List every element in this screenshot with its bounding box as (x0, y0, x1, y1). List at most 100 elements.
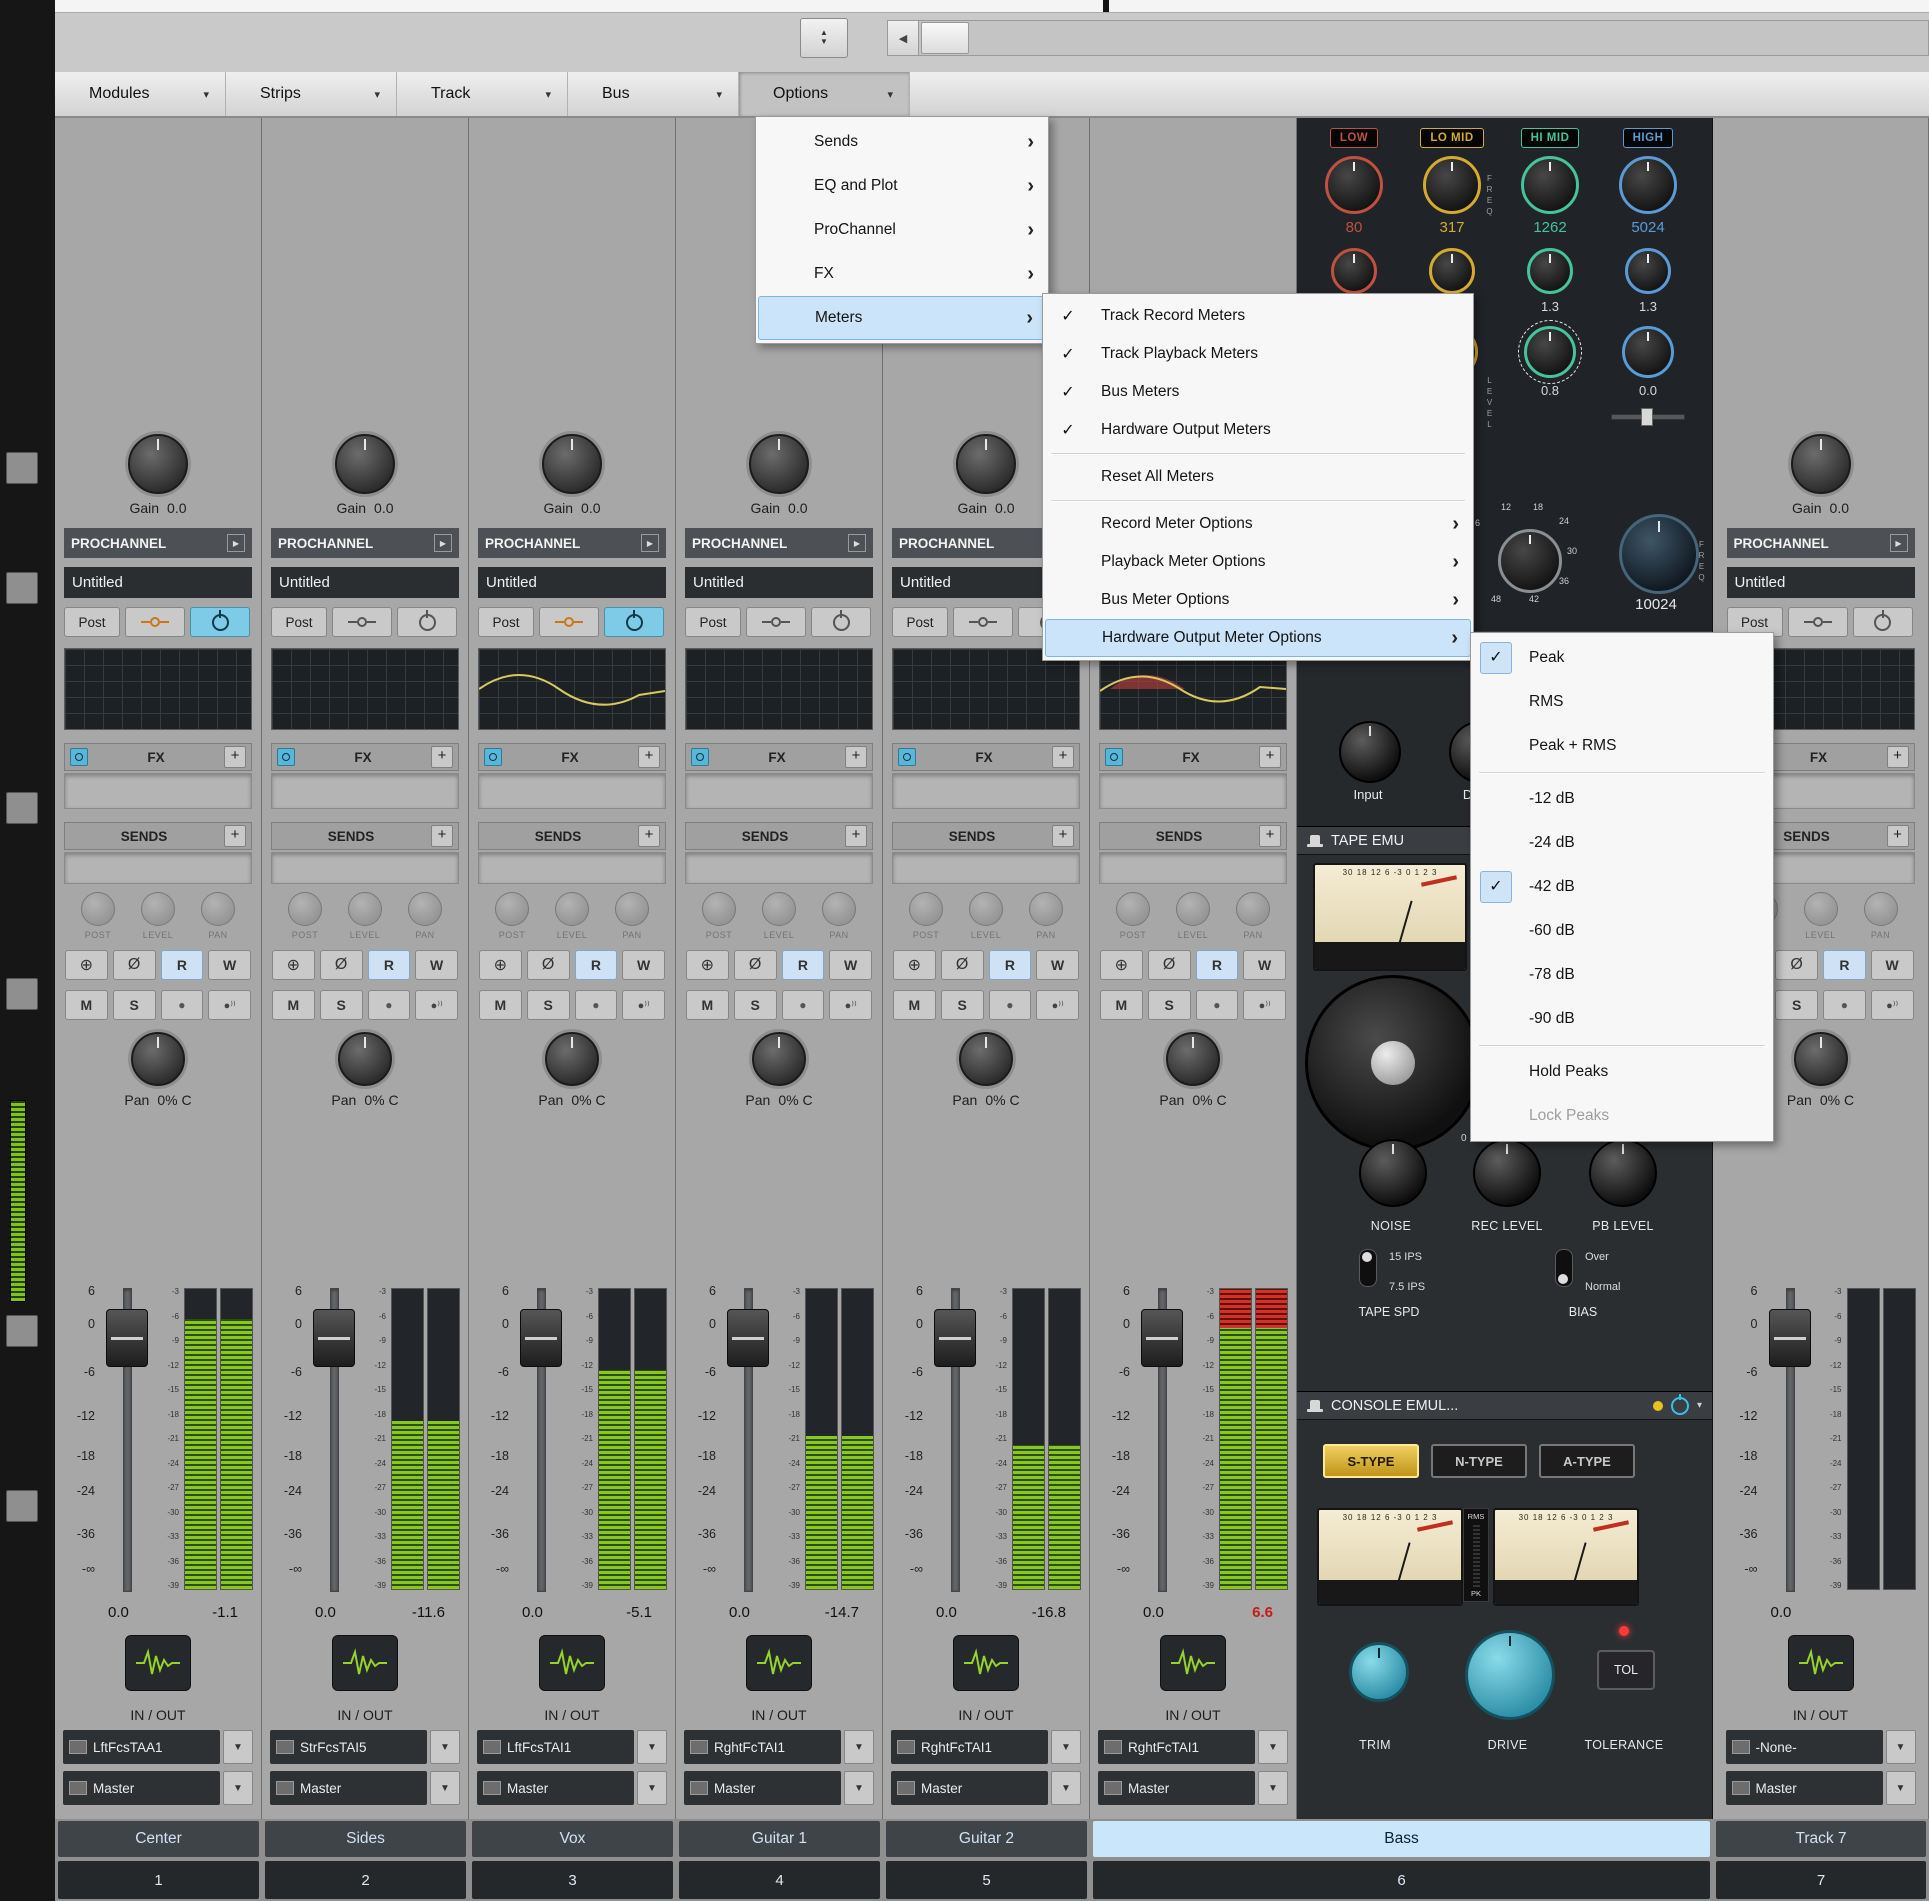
patch-point-button[interactable] (332, 607, 392, 637)
menu-item[interactable]: ✓ -60 dB › (1473, 909, 1771, 953)
add-send-button[interactable]: + (431, 825, 453, 847)
tolerance-button[interactable]: TOL (1597, 1650, 1655, 1690)
phase-button[interactable]: Ø (319, 950, 363, 980)
mute-button[interactable]: M (686, 990, 729, 1020)
eq-display[interactable] (64, 648, 252, 730)
mute-button[interactable]: M (893, 990, 936, 1020)
gain-knob[interactable] (128, 434, 188, 494)
track-title[interactable]: Untitled (478, 567, 666, 598)
add-send-button[interactable]: + (1259, 825, 1281, 847)
module-power-icon[interactable] (1670, 1393, 1689, 1415)
prochannel-header[interactable]: PROCHANNEL ▶ (64, 528, 252, 558)
add-fx-button[interactable]: + (1259, 746, 1281, 768)
eq-band-q-knob[interactable] (1527, 248, 1573, 294)
mute-button[interactable]: M (272, 990, 315, 1020)
sends-list[interactable] (271, 852, 459, 884)
automation-read-button[interactable]: R (1823, 950, 1866, 980)
input-field[interactable]: -None- (1725, 1730, 1883, 1764)
menu-item[interactable]: ✓ Track Record Meters › (1045, 297, 1471, 335)
menu-item[interactable]: ✓ Lock Peaks › (1473, 1094, 1771, 1138)
menu-item[interactable]: ✓ FX › (758, 252, 1046, 296)
input-dropdown-button[interactable]: ▼ (1258, 1730, 1288, 1764)
input-echo-button[interactable]: ●⁾⁾ (415, 990, 458, 1020)
solo-button[interactable]: S (1775, 990, 1818, 1020)
send-level-knob[interactable] (348, 892, 382, 926)
menu-item[interactable]: ✓ Playback Meter Options › (1045, 543, 1471, 581)
input-echo-button[interactable]: ●⁾⁾ (622, 990, 665, 1020)
input-dropdown-button[interactable]: ▼ (844, 1730, 874, 1764)
track-number-cell[interactable]: 2 (262, 1859, 469, 1901)
send-pan-knob[interactable] (408, 892, 442, 926)
eq-slope-knob[interactable] (1498, 529, 1562, 593)
track-name-cell[interactable]: Track 7 (1713, 1819, 1929, 1859)
interleave-button[interactable]: ⊕ (1100, 950, 1143, 980)
prochannel-header[interactable]: PROCHANNEL ▶ (685, 528, 873, 558)
eq-display[interactable] (685, 648, 873, 730)
eq-display[interactable] (271, 648, 459, 730)
menu-item[interactable]: ✓ Reset All Meters › (1045, 458, 1471, 496)
expand-icon[interactable]: ▶ (227, 534, 245, 552)
expand-icon[interactable]: ▶ (1889, 534, 1908, 552)
automation-write-button[interactable]: W (1036, 950, 1079, 980)
input-echo-button[interactable]: ●⁾⁾ (1036, 990, 1079, 1020)
prochannel-header[interactable]: PROCHANNEL ▶ (1726, 528, 1915, 558)
record-arm-button[interactable]: ● (1195, 990, 1239, 1020)
track-name[interactable]: Guitar 2 (886, 1821, 1087, 1857)
solo-button[interactable]: S (940, 990, 984, 1020)
record-arm-button[interactable]: ● (781, 990, 825, 1020)
track-number-cell[interactable]: 1 (55, 1859, 262, 1901)
track-name-cell[interactable]: Vox (469, 1819, 676, 1859)
track-number-cell[interactable]: 5 (883, 1859, 1090, 1901)
track-name[interactable]: Center (58, 1821, 259, 1857)
waveform-preview-button[interactable] (1160, 1635, 1226, 1691)
eq-band-level-knob[interactable] (1622, 326, 1674, 378)
console-module-header[interactable]: CONSOLE EMUL... ▾ (1297, 1392, 1712, 1420)
solo-button[interactable]: S (526, 990, 570, 1020)
track-title[interactable]: Untitled (64, 567, 252, 598)
add-fx-button[interactable]: + (224, 746, 246, 768)
fx-list[interactable] (892, 773, 1080, 809)
input-field[interactable]: RghtFcTAI1 (684, 1730, 841, 1764)
noise-knob[interactable] (1359, 1139, 1427, 1207)
eq-master-freq-knob[interactable] (1619, 514, 1699, 594)
track-number-cell[interactable]: 6 (1090, 1859, 1713, 1901)
fx-list[interactable] (271, 773, 459, 809)
output-dropdown-button[interactable]: ▼ (430, 1771, 460, 1805)
horizontal-scrollbar[interactable]: ◀ (887, 20, 1929, 56)
input-field[interactable]: RghtFcTAI1 (1098, 1730, 1255, 1764)
track-number[interactable]: 6 (1093, 1861, 1710, 1899)
send-pan-knob[interactable] (1029, 892, 1063, 926)
eq-band-freq-knob[interactable] (1619, 156, 1677, 214)
rec-level-knob[interactable] (1473, 1139, 1541, 1207)
output-field[interactable]: Master (1725, 1771, 1883, 1805)
eq-band-freq-knob[interactable] (1423, 156, 1481, 214)
track-title[interactable]: Untitled (1726, 567, 1915, 598)
track-name-cell[interactable]: Guitar 1 (676, 1819, 883, 1859)
menu-item[interactable]: ✓ Hardware Output Meter Options › (1045, 619, 1471, 657)
volume-fader[interactable] (1141, 1308, 1183, 1367)
interleave-button[interactable]: ⊕ (893, 950, 936, 980)
eq-shape-fader[interactable] (1611, 408, 1685, 426)
interleave-button[interactable]: ⊕ (272, 950, 315, 980)
automation-read-button[interactable]: R (988, 950, 1032, 980)
menu-item[interactable]: ✓ -24 dB › (1473, 821, 1771, 865)
prochannel-header[interactable]: PROCHANNEL ▶ (271, 528, 459, 558)
eq-band-button[interactable]: HIGH (1622, 128, 1674, 148)
mute-button[interactable]: M (479, 990, 522, 1020)
send-post-knob[interactable] (1116, 892, 1150, 926)
menu-item[interactable]: ✓ -42 dB › (1473, 865, 1771, 909)
fx-list[interactable] (64, 773, 252, 809)
automation-read-button[interactable]: R (1195, 950, 1239, 980)
track-number[interactable]: 5 (886, 1861, 1087, 1899)
send-level-knob[interactable] (969, 892, 1003, 926)
volume-fader-track[interactable] (101, 1284, 151, 1596)
pan-knob[interactable] (1166, 1032, 1220, 1086)
solo-button[interactable]: S (112, 990, 156, 1020)
output-field[interactable]: Master (684, 1771, 841, 1805)
record-arm-button[interactable]: ● (988, 990, 1032, 1020)
track-name-cell[interactable]: Guitar 2 (883, 1819, 1090, 1859)
input-dropdown-button[interactable]: ▼ (1885, 1730, 1916, 1764)
post-button[interactable]: Post (478, 607, 534, 637)
eq-band-q-knob[interactable] (1429, 248, 1475, 294)
volume-fader[interactable] (1768, 1308, 1811, 1367)
